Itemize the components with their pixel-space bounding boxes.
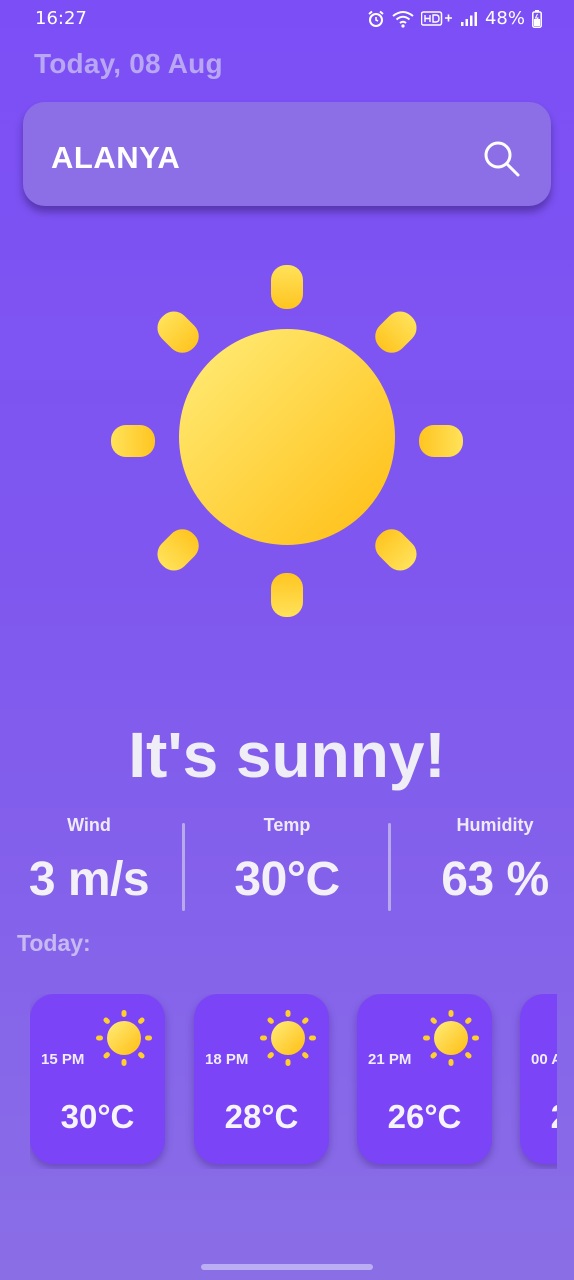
status-icons: 48%: [367, 8, 542, 29]
hourly-temp: 26°C: [520, 1098, 557, 1136]
weather-condition: It's sunny!: [128, 719, 446, 791]
humidity-value: 63 %: [441, 853, 549, 906]
battery-percent: 48%: [484, 8, 525, 29]
hourly-temp: 28°C: [224, 1098, 299, 1135]
alarm-icon: [368, 10, 384, 27]
humidity-label: Humidity: [456, 815, 534, 835]
temp-stat: Temp 30°C: [192, 815, 382, 907]
weather-stats: Wind 3 m/s Temp 30°C Humidity 63 %: [0, 815, 574, 915]
sun-icon: [423, 1010, 479, 1066]
battery-icon: [532, 9, 542, 28]
stat-divider: [388, 823, 391, 911]
hourly-forecast-list[interactable]: 15 PM 30°C 18 PM 28°C 21 PM 26°C 00 A: [30, 994, 557, 1169]
hourly-time: 21 PM: [368, 1051, 412, 1068]
temp-value: 30°C: [234, 853, 340, 906]
hourly-temp: 30°C: [60, 1098, 135, 1135]
sun-icon: [260, 1010, 316, 1066]
humidity-stat: Humidity 63 %: [400, 815, 574, 907]
sun-icon: [111, 265, 463, 617]
wind-value: 3 m/s: [28, 853, 150, 906]
signal-icon: [460, 11, 477, 26]
sun-icon: [96, 1010, 152, 1066]
hourly-time: 00 AM: [531, 1051, 557, 1068]
hourly-time: 18 PM: [205, 1051, 249, 1068]
today-label: Today:: [17, 930, 91, 956]
search-bar[interactable]: ALANYA: [23, 102, 551, 206]
date-label: Today, 08 Aug: [34, 48, 223, 79]
temp-label: Temp: [263, 815, 311, 835]
search-input[interactable]: ALANYA: [51, 140, 180, 176]
search-icon[interactable]: [483, 140, 521, 178]
hourly-time: 15 PM: [41, 1051, 85, 1068]
wind-label: Wind: [67, 815, 111, 835]
hourly-card[interactable]: 15 PM 30°C: [30, 994, 165, 1164]
hourly-temp: 26°C: [387, 1098, 462, 1135]
hourly-card[interactable]: 21 PM 26°C: [357, 994, 492, 1164]
wifi-icon: [392, 10, 414, 28]
hd-voice-icon: [420, 10, 452, 26]
hourly-card[interactable]: 00 AM 26°C: [520, 994, 557, 1164]
home-indicator[interactable]: [201, 1264, 373, 1270]
wind-stat: Wind 3 m/s: [0, 815, 184, 907]
hourly-card[interactable]: 18 PM 28°C: [194, 994, 329, 1164]
status-time: 16:27: [35, 8, 87, 29]
status-bar: 16:27 48%: [0, 0, 574, 40]
stat-divider: [182, 823, 185, 911]
